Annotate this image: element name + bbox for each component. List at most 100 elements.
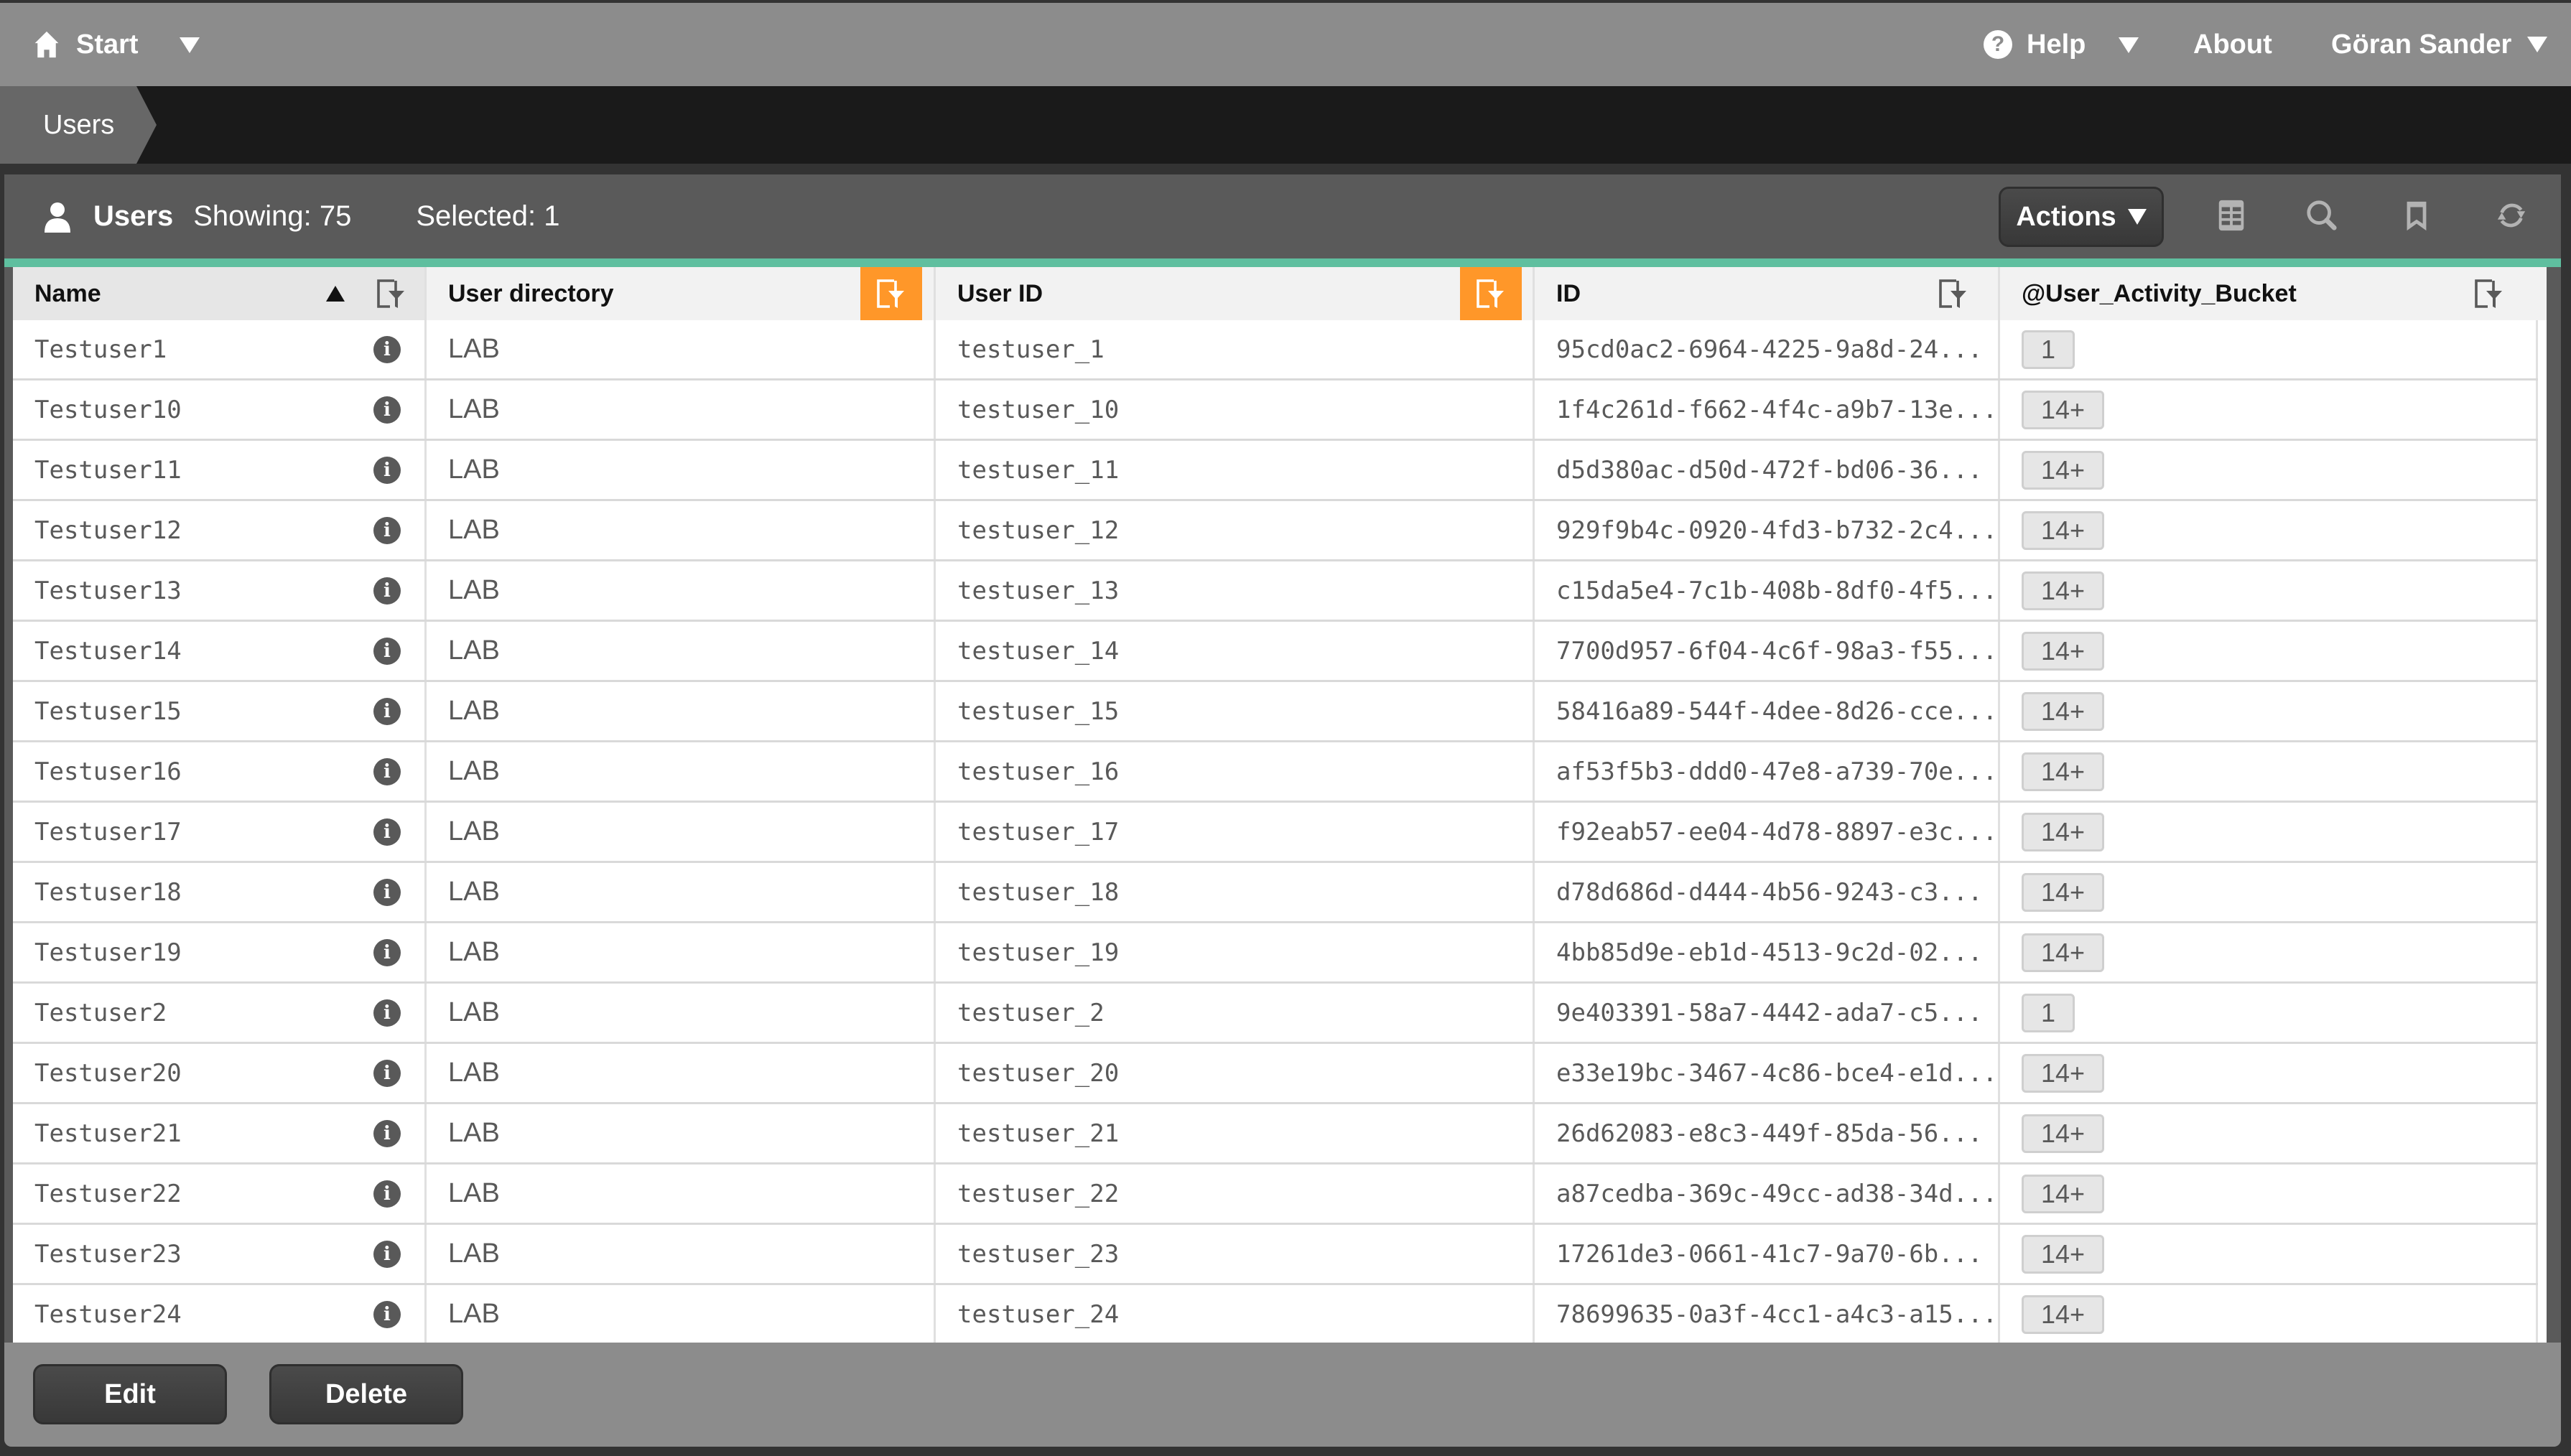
table-row[interactable]: Testuser21 i LAB testuser_21 26d62083-e8c3-4…: [13, 1104, 2538, 1165]
table-row[interactable]: Testuser1 i LAB testuser_1 95cd0ac2-6964-422…: [13, 320, 2538, 381]
cell-activity-bucket: 14+: [2000, 923, 2538, 981]
help-menu[interactable]: ? Help: [1984, 3, 2086, 86]
bookmark-icon[interactable]: [2400, 199, 2433, 232]
cell-id: 58416a89-544f-4dee-8d26-cce...: [1535, 682, 2000, 740]
table-row[interactable]: Testuser24 i LAB testuser_24 78699635-0a3f-4…: [13, 1285, 2538, 1343]
info-icon[interactable]: i: [373, 698, 401, 725]
search-icon[interactable]: [2305, 199, 2338, 232]
cell-name: Testuser15 i: [13, 682, 427, 740]
table-row[interactable]: Testuser18 i LAB testuser_18 d78d686d-d444-4…: [13, 863, 2538, 923]
actions-button[interactable]: Actions: [1999, 187, 2164, 247]
table-row[interactable]: Testuser12 i LAB testuser_12 929f9b4c-0920-4…: [13, 501, 2538, 561]
cell-activity-bucket: 14+: [2000, 1165, 2538, 1223]
filter-activity-bucket-button[interactable]: [2458, 267, 2520, 320]
cell-user-directory: LAB: [427, 923, 936, 981]
actions-label: Actions: [2016, 201, 2116, 232]
cell-user-id: testuser_15: [936, 682, 1535, 740]
info-icon[interactable]: i: [373, 939, 401, 966]
cell-name: Testuser16 i: [13, 742, 427, 801]
cell-name: Testuser13 i: [13, 561, 427, 620]
cell-id: 78699635-0a3f-4cc1-a4c3-a15...: [1535, 1285, 2000, 1343]
filter-id-button[interactable]: [1923, 267, 1984, 320]
info-icon[interactable]: i: [373, 879, 401, 906]
info-icon[interactable]: i: [373, 638, 401, 665]
cell-user-directory: LAB: [427, 561, 936, 620]
table-row[interactable]: Testuser10 i LAB testuser_10 1f4c261d-f662-4…: [13, 381, 2538, 441]
activity-bucket-badge: 14+: [2022, 510, 2105, 550]
table-row[interactable]: Testuser23 i LAB testuser_23 17261de3-0661-4…: [13, 1225, 2538, 1285]
table-row[interactable]: Testuser13 i LAB testuser_13 c15da5e4-7c1b-4…: [13, 561, 2538, 622]
column-header-id[interactable]: ID: [1535, 267, 2000, 320]
cell-user-id: testuser_21: [936, 1104, 1535, 1162]
table-row[interactable]: Testuser11 i LAB testuser_11 d5d380ac-d50d-4…: [13, 441, 2538, 501]
info-icon[interactable]: i: [373, 758, 401, 785]
start-menu[interactable]: Start: [33, 3, 139, 86]
info-icon[interactable]: i: [373, 396, 401, 424]
info-icon[interactable]: i: [373, 517, 401, 544]
cell-user-id: testuser_18: [936, 863, 1535, 921]
cell-activity-bucket: 14+: [2000, 561, 2538, 620]
info-icon[interactable]: i: [373, 577, 401, 605]
table-row[interactable]: Testuser22 i LAB testuser_22 a87cedba-369c-4…: [13, 1165, 2538, 1225]
filter-user-directory-button[interactable]: [860, 267, 922, 320]
cell-user-directory: LAB: [427, 501, 936, 559]
cell-user-id: testuser_13: [936, 561, 1535, 620]
table-row[interactable]: Testuser17 i LAB testuser_17 f92eab57-ee04-4…: [13, 803, 2538, 863]
info-icon[interactable]: i: [373, 1120, 401, 1147]
sort-ascending-icon: [326, 286, 345, 302]
cell-user-id: testuser_23: [936, 1225, 1535, 1283]
table-row[interactable]: Testuser16 i LAB testuser_16 af53f5b3-ddd0-4…: [13, 742, 2538, 803]
column-header-user-directory[interactable]: User directory: [427, 267, 936, 320]
info-icon[interactable]: i: [373, 818, 401, 846]
help-dropdown-caret-icon[interactable]: [2119, 37, 2139, 53]
table-row[interactable]: Testuser19 i LAB testuser_19 4bb85d9e-eb1d-4…: [13, 923, 2538, 984]
refresh-icon[interactable]: [2495, 199, 2528, 232]
start-dropdown-caret-icon[interactable]: [180, 37, 200, 53]
activity-bucket-badge: 14+: [2022, 872, 2105, 912]
activity-bucket-badge: 14+: [2022, 933, 2105, 972]
table-row[interactable]: Testuser20 i LAB testuser_20 e33e19bc-3467-4…: [13, 1044, 2538, 1104]
table-view-icon[interactable]: [2215, 199, 2248, 232]
cell-name: Testuser19 i: [13, 923, 427, 981]
breadcrumb-item-users[interactable]: Users: [0, 86, 157, 164]
table-row[interactable]: Testuser15 i LAB testuser_15 58416a89-544f-4…: [13, 682, 2538, 742]
cell-user-directory: LAB: [427, 441, 936, 499]
top-navigation-bar: Start ? Help About Göran Sander: [0, 0, 2571, 86]
cell-id: d78d686d-d444-4b56-9243-c3...: [1535, 863, 2000, 921]
column-header-name[interactable]: Name: [13, 267, 427, 320]
user-menu[interactable]: Göran Sander: [2331, 3, 2548, 86]
cell-id: 17261de3-0661-41c7-9a70-6b...: [1535, 1225, 2000, 1283]
info-icon[interactable]: i: [373, 1180, 401, 1208]
cell-user-id: testuser_2: [936, 984, 1535, 1042]
cell-id: 4bb85d9e-eb1d-4513-9c2d-02...: [1535, 923, 2000, 981]
filter-icon: [1939, 279, 1966, 308]
cell-name: Testuser18 i: [13, 863, 427, 921]
cell-name: Testuser22 i: [13, 1165, 427, 1223]
activity-bucket-badge: 1: [2022, 993, 2075, 1032]
info-icon[interactable]: i: [373, 1060, 401, 1087]
filter-user-id-button[interactable]: [1460, 267, 1522, 320]
activity-bucket-badge: 14+: [2022, 812, 2105, 851]
delete-button[interactable]: Delete: [269, 1364, 463, 1424]
column-header-activity-bucket[interactable]: @User_Activity_Bucket: [2000, 267, 2547, 320]
info-icon[interactable]: i: [373, 999, 401, 1027]
cell-user-id: testuser_22: [936, 1165, 1535, 1223]
cell-name: Testuser21 i: [13, 1104, 427, 1162]
info-icon[interactable]: i: [373, 457, 401, 484]
info-icon[interactable]: i: [373, 336, 401, 363]
column-header-user-id[interactable]: User ID: [936, 267, 1535, 320]
table-row[interactable]: Testuser2 i LAB testuser_2 9e403391-58a7-444…: [13, 984, 2538, 1044]
edit-button[interactable]: Edit: [33, 1364, 227, 1424]
about-link[interactable]: About: [2193, 3, 2272, 86]
filter-name-button[interactable]: [361, 267, 422, 320]
info-icon[interactable]: i: [373, 1241, 401, 1268]
help-label: Help: [2027, 29, 2086, 60]
activity-bucket-badge: 14+: [2022, 1114, 2105, 1153]
info-icon[interactable]: i: [373, 1301, 401, 1328]
activity-bucket-badge: 14+: [2022, 390, 2105, 429]
filter-icon: [2475, 279, 2502, 308]
cell-user-id: testuser_14: [936, 622, 1535, 680]
cell-name: Testuser2 i: [13, 984, 427, 1042]
cell-id: d5d380ac-d50d-472f-bd06-36...: [1535, 441, 2000, 499]
table-row[interactable]: Testuser14 i LAB testuser_14 7700d957-6f04-4…: [13, 622, 2538, 682]
